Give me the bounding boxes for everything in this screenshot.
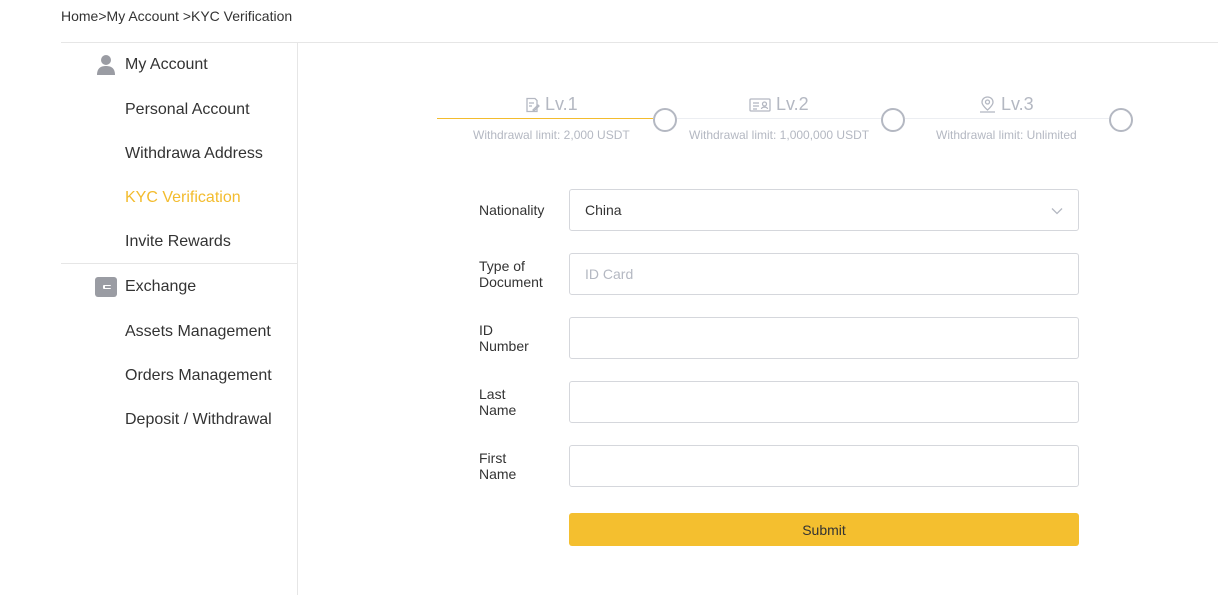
breadcrumb-separator: >	[182, 8, 191, 24]
step-3-label: Lv.3	[1001, 94, 1034, 114]
step-3-subtitle: Withdrawal limit: Unlimited	[936, 128, 1077, 142]
step-3-circle	[1109, 108, 1133, 132]
sidebar-section-exchange: Exchange	[95, 276, 196, 298]
person-icon	[95, 54, 117, 76]
step-progress-line	[677, 118, 881, 119]
document-type-label-line: Type of	[479, 258, 525, 274]
nationality-row: Nationality China	[479, 189, 1079, 231]
step-1-subtitle: Withdrawal limit: 2,000 USDT	[473, 128, 630, 142]
last-name-label-line: Last	[479, 386, 506, 402]
submit-button[interactable]: Submit	[569, 513, 1079, 546]
breadcrumb-current: KYC Verification	[191, 8, 293, 24]
breadcrumb-separator: >	[98, 8, 107, 24]
last-name-row: Last Name	[479, 381, 1079, 423]
step-3-title: Lv.3	[979, 94, 1034, 115]
step-2-label: Lv.2	[776, 94, 809, 114]
wallet-icon	[95, 276, 117, 298]
sidebar-item-personal-account[interactable]: Personal Account	[125, 100, 250, 120]
sidebar: My Account Personal Account Withdrawa Ad…	[61, 43, 298, 595]
first-name-input[interactable]	[569, 445, 1079, 487]
sidebar-item-orders-management[interactable]: Orders Management	[125, 366, 272, 386]
sidebar-item-deposit-withdrawal[interactable]: Deposit / Withdrawal	[125, 410, 272, 430]
location-person-icon	[979, 96, 996, 113]
step-1-title: Lv.1	[524, 94, 578, 115]
document-type-label: Type of Document	[479, 258, 559, 290]
id-number-label: ID Number	[479, 322, 559, 354]
sidebar-divider	[61, 263, 297, 264]
kyc-level-steps: Lv.1 Withdrawal limit: 2,000 USDT Lv.2 W…	[437, 92, 1137, 152]
document-type-label-line: Document	[479, 274, 543, 290]
last-name-label: Last Name	[479, 386, 559, 418]
step-progress-line	[905, 118, 1109, 119]
nationality-select[interactable]: China	[569, 189, 1079, 231]
sidebar-item-invite-rewards[interactable]: Invite Rewards	[125, 232, 231, 252]
chevron-down-icon	[1051, 202, 1063, 218]
sidebar-item-kyc-verification[interactable]: KYC Verification	[125, 188, 241, 208]
edit-document-icon	[524, 97, 540, 113]
last-name-label-line: Name	[479, 402, 517, 418]
sidebar-section-label: My Account	[125, 56, 208, 73]
nationality-value: China	[585, 202, 622, 218]
sidebar-section-label: Exchange	[125, 278, 197, 295]
breadcrumb: Home>My Account >KYC Verification	[61, 8, 292, 24]
step-2-subtitle: Withdrawal limit: 1,000,000 USDT	[689, 128, 870, 142]
id-number-label-line: Number	[479, 338, 529, 354]
id-card-icon	[749, 97, 771, 113]
first-name-row: First Name	[479, 445, 1079, 487]
id-number-row: ID Number	[479, 317, 1079, 359]
step-2-title: Lv.2	[749, 94, 809, 115]
first-name-label-line: Name	[479, 466, 517, 482]
first-name-label-line: First	[479, 450, 507, 466]
nationality-label: Nationality	[479, 202, 545, 218]
step-progress-line-active	[437, 118, 653, 119]
breadcrumb-my-account[interactable]: My Account	[107, 8, 183, 24]
sidebar-section-my-account: My Account	[95, 54, 208, 76]
last-name-input[interactable]	[569, 381, 1079, 423]
document-type-input[interactable]	[569, 253, 1079, 295]
id-number-label-line: ID	[479, 322, 493, 338]
step-1-circle	[653, 108, 677, 132]
step-1-label: Lv.1	[545, 94, 578, 114]
breadcrumb-home[interactable]: Home	[61, 8, 98, 24]
document-type-row: Type of Document	[479, 253, 1079, 295]
id-number-input[interactable]	[569, 317, 1079, 359]
step-2-circle	[881, 108, 905, 132]
sidebar-item-assets-management[interactable]: Assets Management	[125, 322, 271, 342]
sidebar-item-withdrawa-address[interactable]: Withdrawa Address	[125, 144, 263, 164]
first-name-label: First Name	[479, 450, 559, 482]
